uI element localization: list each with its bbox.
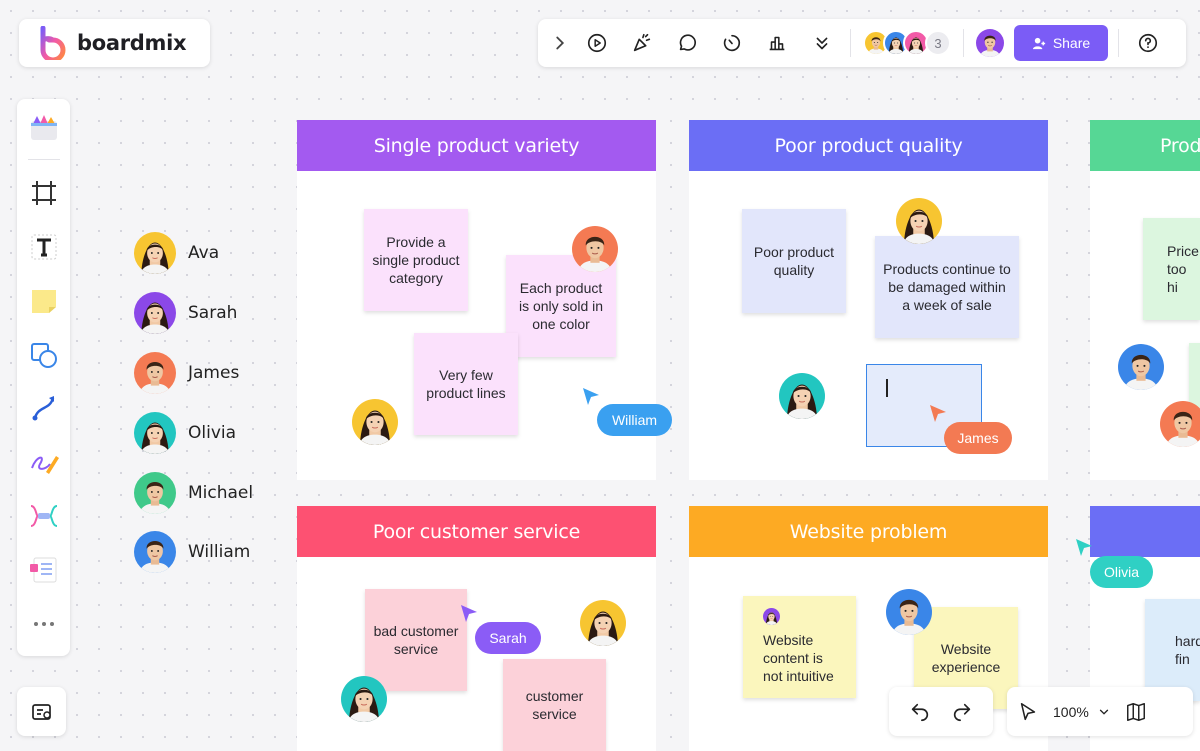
left-toolbar bbox=[17, 99, 70, 656]
collaborator-count-badge: 3 bbox=[925, 30, 951, 56]
column-title: Poor customer service bbox=[297, 506, 656, 557]
templates-icon[interactable] bbox=[24, 107, 64, 150]
person-sarah: Sarah bbox=[134, 292, 237, 334]
person-name: Olivia bbox=[188, 423, 237, 443]
sticky-note-text: Website content is not intuitive bbox=[763, 632, 834, 684]
avatar bbox=[134, 531, 176, 573]
select-pointer-icon[interactable] bbox=[1017, 701, 1039, 723]
column-title: Poor product quality bbox=[689, 120, 1048, 171]
zoom-level[interactable]: 100% bbox=[1053, 704, 1089, 720]
avatar bbox=[779, 373, 825, 419]
celebrate-icon[interactable] bbox=[619, 23, 664, 63]
avatar bbox=[134, 412, 176, 454]
person-name: William bbox=[188, 542, 251, 562]
sticky-note[interactable]: Poor product quality bbox=[742, 209, 846, 313]
add-user-icon bbox=[1032, 37, 1045, 49]
person-james: James bbox=[134, 352, 239, 394]
cursor-label-james: James bbox=[944, 422, 1012, 454]
minimap-icon bbox=[31, 703, 51, 720]
avatar bbox=[134, 472, 176, 514]
more-tools-icon[interactable] bbox=[24, 602, 64, 645]
current-user-avatar[interactable] bbox=[976, 29, 1004, 57]
app-logo: boardmix bbox=[19, 19, 210, 67]
pen-tool-icon[interactable] bbox=[24, 441, 64, 484]
toolbar-divider bbox=[1118, 29, 1119, 57]
avatar bbox=[1160, 401, 1200, 447]
person-name: Michael bbox=[188, 483, 254, 503]
more-chevron-down-icon[interactable] bbox=[799, 23, 844, 63]
sticky-note[interactable]: Provide a single product category bbox=[364, 209, 468, 311]
sticky-note[interactable]: bad customer service bbox=[365, 589, 467, 691]
person-michael: Michael bbox=[134, 472, 253, 514]
column-title: Website problem bbox=[689, 506, 1048, 557]
toolbar-divider bbox=[963, 29, 964, 57]
sticky-note[interactable]: customer service bbox=[503, 659, 606, 751]
person-name: Ava bbox=[188, 243, 220, 263]
help-button[interactable] bbox=[1125, 23, 1170, 63]
top-toolbar: 3 Share bbox=[538, 19, 1186, 67]
vote-chart-icon[interactable] bbox=[754, 23, 799, 63]
person-william: William bbox=[134, 531, 250, 573]
cursor-label-olivia: Olivia bbox=[1090, 556, 1153, 588]
column-title: Prod bbox=[1090, 120, 1200, 171]
sticky-note[interactable]: Very few product lines bbox=[414, 333, 518, 435]
cursor-pointer-icon bbox=[583, 388, 599, 405]
avatar bbox=[352, 399, 398, 445]
person-name: James bbox=[188, 363, 240, 383]
share-label: Share bbox=[1052, 35, 1091, 51]
sticky-note[interactable]: Price too hi bbox=[1143, 218, 1200, 320]
avatar bbox=[134, 352, 176, 394]
minimap-button[interactable] bbox=[17, 687, 66, 736]
map-book-icon[interactable] bbox=[1125, 701, 1147, 723]
collaborator-avatars[interactable]: 3 bbox=[857, 30, 957, 56]
text-caret bbox=[886, 379, 888, 397]
cursor-pointer-icon bbox=[461, 605, 477, 622]
cursor-pointer-icon bbox=[930, 405, 946, 422]
avatar bbox=[134, 232, 176, 274]
person-olivia: Olivia bbox=[134, 412, 236, 454]
chevron-down-icon[interactable] bbox=[1097, 705, 1111, 719]
person-ava: Ava bbox=[134, 232, 219, 274]
present-play-button[interactable] bbox=[574, 23, 619, 63]
connector-tool-icon[interactable] bbox=[24, 387, 64, 430]
avatar bbox=[341, 676, 387, 722]
sticky-note-tool-icon[interactable] bbox=[24, 279, 64, 322]
person-name: Sarah bbox=[188, 303, 238, 323]
undo-redo-panel bbox=[889, 687, 993, 736]
sticky-note[interactable]: hard fin bbox=[1145, 599, 1200, 701]
comment-icon[interactable] bbox=[664, 23, 709, 63]
avatar bbox=[896, 198, 942, 244]
cursor-pointer-icon bbox=[1076, 539, 1092, 556]
column-title: Single product variety bbox=[297, 120, 656, 171]
sticky-note[interactable] bbox=[1189, 343, 1200, 407]
avatar bbox=[134, 292, 176, 334]
sticky-note[interactable]: Website content is not intuitive bbox=[743, 596, 856, 698]
boardmix-logo-icon bbox=[40, 26, 66, 60]
cursor-label-william: William bbox=[597, 404, 672, 436]
table-tool-icon[interactable] bbox=[24, 548, 64, 591]
avatar bbox=[580, 600, 626, 646]
toolbar-divider bbox=[27, 158, 60, 160]
redo-icon[interactable] bbox=[951, 701, 973, 723]
avatar bbox=[763, 608, 780, 625]
zoom-panel: 100% bbox=[1007, 687, 1193, 736]
collapse-chevron-icon[interactable] bbox=[546, 23, 574, 63]
sticky-note[interactable]: Products continue to be damaged within a… bbox=[875, 236, 1019, 338]
text-tool-icon[interactable] bbox=[24, 226, 64, 269]
timer-icon[interactable] bbox=[709, 23, 754, 63]
toolbar-divider bbox=[850, 29, 851, 57]
shape-tool-icon[interactable] bbox=[24, 333, 64, 376]
column-title bbox=[1090, 506, 1200, 557]
avatar bbox=[886, 589, 932, 635]
mindmap-tool-icon[interactable] bbox=[24, 495, 64, 538]
undo-icon[interactable] bbox=[909, 701, 931, 723]
cursor-label-sarah: Sarah bbox=[475, 622, 541, 654]
app-name: boardmix bbox=[77, 31, 187, 55]
frame-tool-icon[interactable] bbox=[24, 172, 64, 215]
share-button[interactable]: Share bbox=[1014, 25, 1108, 61]
avatar bbox=[1118, 344, 1164, 390]
avatar bbox=[572, 226, 618, 272]
